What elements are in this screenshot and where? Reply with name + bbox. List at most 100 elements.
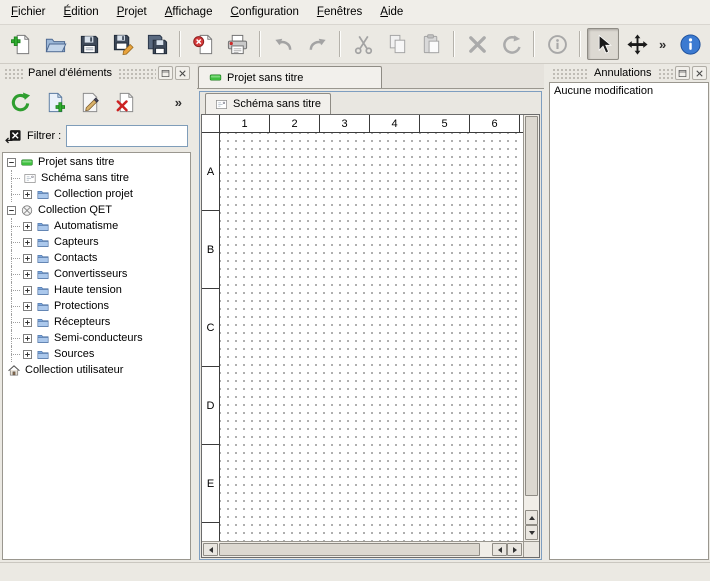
menu-item-6[interactable]: Aide	[371, 2, 412, 22]
menu-item-1[interactable]: Édition	[55, 2, 108, 22]
menu-item-2[interactable]: Projet	[108, 2, 156, 22]
tree-item-12[interactable]: Sources	[3, 346, 190, 362]
close-panel-button[interactable]	[692, 66, 707, 80]
dock-grip[interactable]	[551, 67, 589, 79]
elements-panel-header: Panel d'éléments	[0, 64, 193, 82]
vertical-scrollbar-thumb[interactable]	[525, 116, 538, 496]
toolbar-overflow-chevron[interactable]: »	[655, 37, 670, 52]
rotate-icon	[500, 33, 523, 56]
toolbar-separator	[339, 31, 341, 57]
open-project-button[interactable]	[39, 28, 71, 60]
about-qet-button[interactable]	[674, 28, 706, 60]
folder-icon	[36, 300, 50, 313]
tree-item-2[interactable]: Collection projet	[3, 186, 190, 202]
save-as-button[interactable]	[107, 28, 139, 60]
redo-button[interactable]	[301, 28, 333, 60]
cut-button[interactable]	[347, 28, 379, 60]
dock-grip[interactable]	[3, 67, 23, 79]
folder-icon	[36, 284, 50, 297]
expander-plus-icon[interactable]	[23, 286, 32, 295]
tree-item-9[interactable]: Protections	[3, 298, 190, 314]
expander-plus-icon[interactable]	[23, 302, 32, 311]
tree-item-6[interactable]: Contacts	[3, 250, 190, 266]
expander-minus-icon[interactable]	[7, 206, 16, 215]
dock-grip[interactable]	[657, 67, 674, 79]
tree-item-4[interactable]: Automatisme	[3, 218, 190, 234]
ruler-row-label: D	[202, 367, 219, 445]
new-element-button[interactable]	[42, 89, 69, 116]
undo-button[interactable]	[267, 28, 299, 60]
visualisation-mode-button[interactable]	[621, 28, 653, 60]
move-icon	[626, 33, 649, 56]
scroll-right-button[interactable]	[507, 543, 522, 556]
expander-plus-icon[interactable]	[23, 350, 32, 359]
close-project-button[interactable]	[187, 28, 219, 60]
undo-panel-title: Annulations	[591, 67, 655, 79]
schema-canvas[interactable]	[220, 133, 523, 541]
expander-plus-icon[interactable]	[23, 254, 32, 263]
horizontal-scrollbar-thumb[interactable]	[219, 543, 480, 556]
delete-button[interactable]	[461, 28, 493, 60]
menu-item-0[interactable]: Fichier	[2, 2, 55, 22]
tree-item-10[interactable]: Récepteurs	[3, 314, 190, 330]
rotate-button[interactable]	[495, 28, 527, 60]
expander-plus-icon[interactable]	[23, 318, 32, 327]
tree-item-1[interactable]: Schéma sans titre	[3, 170, 190, 186]
toolbar-separator	[533, 31, 535, 57]
menu-item-5[interactable]: Fenêtres	[308, 2, 371, 22]
project-icon	[209, 71, 222, 84]
dock-grip[interactable]	[117, 67, 156, 79]
scroll-down-button[interactable]	[525, 525, 538, 540]
expander-plus-icon[interactable]	[23, 334, 32, 343]
elements-tree[interactable]: Projet sans titreSchéma sans titreCollec…	[2, 152, 191, 560]
menu-item-3[interactable]: Affichage	[156, 2, 222, 22]
expander-plus-icon[interactable]	[23, 190, 32, 199]
menu-item-4[interactable]: Configuration	[221, 2, 307, 22]
edit-element-button[interactable]	[77, 89, 104, 116]
scroll-up-button[interactable]	[525, 510, 538, 525]
float-panel-button[interactable]	[675, 66, 690, 80]
tree-item-5[interactable]: Capteurs	[3, 234, 190, 250]
vertical-scrollbar[interactable]	[523, 115, 539, 541]
scroll-left-button[interactable]	[203, 543, 218, 556]
panel-toolbar-overflow-chevron[interactable]: »	[171, 95, 186, 110]
paste-icon	[420, 33, 443, 56]
expander-plus-icon[interactable]	[23, 270, 32, 279]
save-all-icon	[146, 33, 169, 56]
tree-item-11[interactable]: Semi-conducteurs	[3, 330, 190, 346]
save-all-button[interactable]	[141, 28, 173, 60]
ruler-column-label: 1	[220, 115, 270, 132]
paste-button[interactable]	[415, 28, 447, 60]
tree-item-7[interactable]: Convertisseurs	[3, 266, 190, 282]
tree-item-8[interactable]: Haute tension	[3, 282, 190, 298]
expander-plus-icon[interactable]	[23, 238, 32, 247]
filter-clear-icon[interactable]	[5, 128, 22, 145]
tree-item-13[interactable]: Collection utilisateur	[3, 362, 190, 378]
copy-button[interactable]	[381, 28, 413, 60]
tab-schema-sans-titre[interactable]: Schéma sans titre	[205, 93, 331, 114]
main-toolbar: »»	[0, 25, 710, 64]
float-panel-button[interactable]	[158, 66, 173, 80]
undo-history-list[interactable]: Aucune modification	[549, 82, 709, 560]
new-project-button[interactable]	[5, 28, 37, 60]
open-folder-icon	[44, 33, 67, 56]
reload-collections-button[interactable]	[7, 89, 34, 116]
horizontal-scrollbar[interactable]	[202, 541, 523, 557]
scroll-left-button-2[interactable]	[492, 543, 507, 556]
delete-element-button[interactable]	[112, 89, 139, 116]
tree-item-0[interactable]: Projet sans titre	[3, 154, 190, 170]
selection-mode-button[interactable]	[587, 28, 619, 60]
expander-minus-icon[interactable]	[7, 158, 16, 167]
arrow-up-icon	[529, 516, 535, 520]
ruler-corner	[202, 115, 220, 133]
element-info-button[interactable]	[541, 28, 573, 60]
print-button[interactable]	[221, 28, 253, 60]
close-panel-button[interactable]	[175, 66, 190, 80]
tree-item-3[interactable]: Collection QET	[3, 202, 190, 218]
undo-list-item[interactable]: Aucune modification	[550, 83, 708, 99]
schema-tab-bar: Schéma sans titre	[200, 92, 541, 114]
save-button[interactable]	[73, 28, 105, 60]
filter-input[interactable]	[66, 125, 188, 147]
tab-project-sans-titre[interactable]: Projet sans titre	[198, 66, 382, 88]
expander-plus-icon[interactable]	[23, 222, 32, 231]
